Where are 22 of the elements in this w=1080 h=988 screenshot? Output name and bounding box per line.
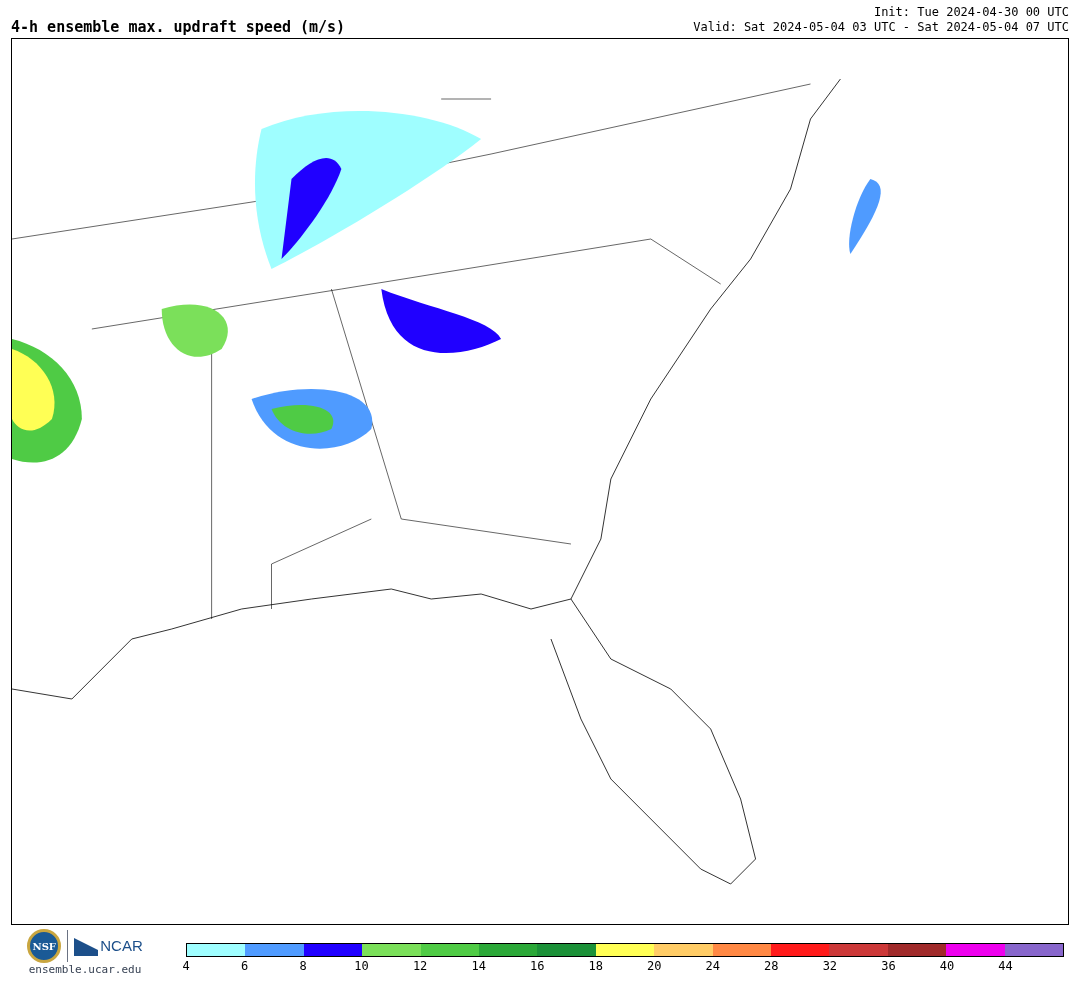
tick-label: 28: [764, 960, 779, 972]
tick-label: 40: [939, 960, 955, 972]
tick-label: 24: [705, 960, 720, 972]
valid-time: Valid: Sat 2024-05-04 03 UTC - Sat 2024-05-04 07 UTC: [693, 20, 1069, 35]
tick-label: 32: [822, 960, 838, 972]
tick-label: 4: [182, 960, 190, 972]
site-url: ensemble.ucar.edu: [28, 962, 142, 978]
map-title: 4-h ensemble max. updraft speed (m/s): [11, 20, 346, 35]
tick-label: 16: [529, 960, 545, 972]
tick-label: 14: [471, 960, 486, 972]
nsf-logo: NSF: [27, 929, 62, 963]
ncar-logo: NCAR: [100, 935, 143, 956]
tick-label: 8: [299, 960, 307, 972]
init-time: Init: Tue 2024-04-30 00 UTC: [873, 5, 1069, 20]
tick-label: 20: [647, 960, 662, 972]
tick-label: 44: [998, 960, 1013, 972]
tick-label: 6: [240, 960, 249, 972]
ncar-logo-icon: [74, 936, 99, 956]
tick-label: 18: [588, 960, 603, 972]
tick-label: 10: [354, 960, 369, 972]
tick-label: 36: [881, 960, 896, 972]
tick-label: 12: [412, 960, 428, 972]
